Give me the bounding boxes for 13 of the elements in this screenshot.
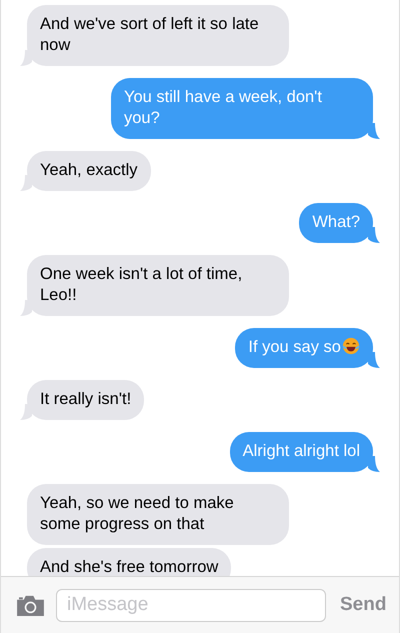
message-bubble: One week isn't a lot of time, Leo!!: [27, 255, 289, 316]
send-button[interactable]: Send: [336, 594, 390, 616]
message-field[interactable]: iMessage: [56, 588, 326, 622]
message-bubble: Yeah, exactly: [27, 151, 151, 191]
camera-icon[interactable]: [15, 594, 46, 616]
message-bubble: Alright alright lol: [230, 432, 373, 472]
message-bubble: You still have a week, don't you?: [111, 78, 373, 139]
message-bubble: And she's free tomorrow: [27, 548, 232, 576]
message-bubble: It really isn't!: [27, 380, 144, 420]
message-bubble: And we've sort of left it so late now: [27, 5, 289, 66]
message-bubble: If you say so: [235, 328, 373, 368]
message-bubble: Yeah, so we need to make some progress on that: [27, 484, 289, 545]
message-bubble: What?: [299, 203, 373, 243]
